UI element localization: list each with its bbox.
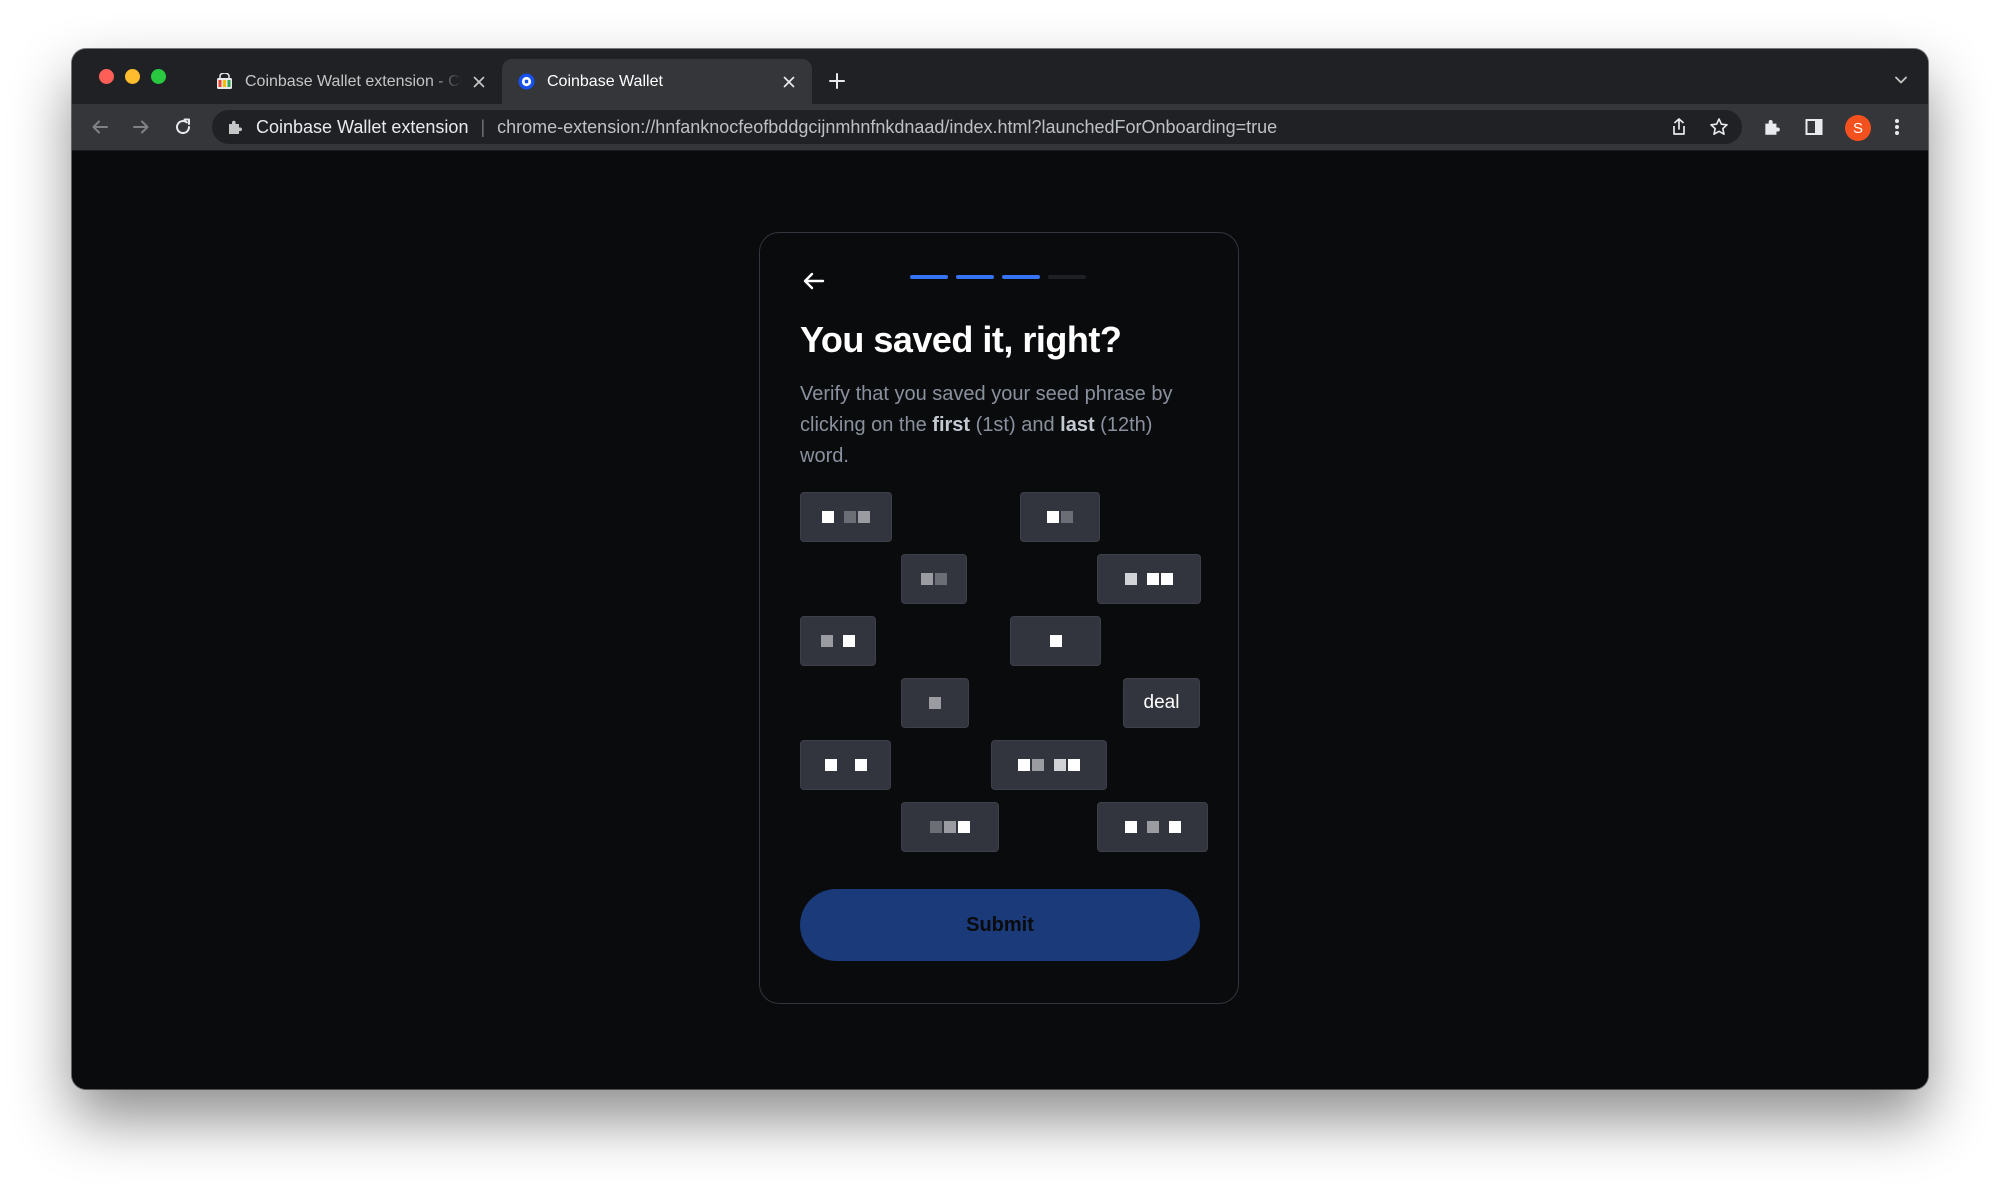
star-icon (1710, 118, 1728, 135)
back-button[interactable] (800, 267, 828, 295)
back-icon (92, 120, 108, 134)
instructions-part: (1st) and (970, 414, 1061, 436)
chrome-web-store-icon (217, 73, 232, 89)
tab-search-button[interactable] (1890, 69, 1912, 91)
page-title: You saved it, right? (800, 319, 1122, 360)
progress-segment (1002, 275, 1040, 279)
seed-word-chip[interactable] (901, 802, 999, 852)
progress-segment (1048, 275, 1086, 279)
puzzle-icon (229, 120, 242, 134)
obscured-word (1047, 511, 1073, 523)
extension-page: You saved it, right? Verify that you sav… (72, 151, 1928, 1089)
kebab-menu-icon (1895, 119, 1899, 135)
obscured-word (1049, 635, 1062, 647)
verify-seed-card: You saved it, right? Verify that you sav… (759, 232, 1239, 1004)
seed-word-chip[interactable] (1020, 492, 1100, 542)
url-separator: | (480, 116, 486, 137)
arrow-left-icon (803, 272, 825, 290)
tab-coinbase-wallet[interactable]: Coinbase Wallet (502, 59, 812, 104)
window-minimize-button[interactable] (125, 69, 140, 84)
chrome-menu-button[interactable] (1884, 114, 1910, 140)
tab-title: Coinbase Wallet extension - Chrome Web S… (245, 72, 462, 90)
onboarding-progress (910, 275, 1086, 279)
extensions-button[interactable] (1759, 114, 1785, 140)
seed-word-text: deal (1143, 692, 1180, 713)
bookmark-button[interactable] (1706, 114, 1732, 140)
share-icon (1673, 118, 1685, 135)
back-button[interactable] (87, 114, 113, 140)
progress-segment (956, 275, 994, 279)
seed-word-chip[interactable] (991, 740, 1107, 790)
seed-word-chip[interactable] (901, 554, 967, 604)
close-icon[interactable] (780, 73, 798, 91)
seed-word-chip[interactable] (800, 740, 891, 790)
tab-strip: Coinbase Wallet extension - Chrome Web S… (72, 49, 1928, 104)
instructions-last: last (1060, 414, 1095, 436)
seed-word-chip[interactable] (1097, 554, 1201, 604)
browser-toolbar: Coinbase Wallet extension | chrome-exten… (72, 104, 1928, 151)
seed-word-chip[interactable] (800, 616, 876, 666)
tab-title: Coinbase Wallet (547, 72, 663, 90)
forward-button[interactable] (128, 114, 154, 140)
plus-icon (829, 73, 845, 89)
obscured-word (929, 697, 941, 709)
obscured-word (822, 511, 870, 523)
obscured-word (1125, 573, 1173, 585)
seed-word-chip[interactable]: deal (1123, 678, 1200, 728)
new-tab-button[interactable] (824, 68, 850, 94)
progress-segment (910, 275, 948, 279)
obscured-word (824, 759, 867, 771)
window-zoom-button[interactable] (151, 69, 166, 84)
forward-icon (133, 120, 149, 134)
side-panel-icon (1805, 119, 1823, 135)
submit-button[interactable]: Submit (800, 889, 1200, 961)
url-origin: Coinbase Wallet extension (256, 116, 469, 137)
obscured-word (821, 635, 855, 647)
close-icon[interactable] (470, 73, 488, 91)
coinbase-wallet-icon (518, 73, 535, 90)
instructions-first: first (932, 414, 971, 436)
share-button[interactable] (1666, 114, 1692, 140)
instructions-text: Verify that you saved your seed phrase b… (800, 379, 1200, 472)
reload-icon (176, 118, 191, 135)
seed-word-chip[interactable] (800, 492, 892, 542)
obscured-word (930, 821, 970, 833)
tab-web-store[interactable]: Coinbase Wallet extension - Chrome Web S… (200, 59, 502, 104)
window-close-button[interactable] (99, 69, 114, 84)
address-bar[interactable]: Coinbase Wallet extension | chrome-exten… (212, 110, 1742, 144)
chevron-down-icon (1895, 76, 1907, 84)
reload-button[interactable] (170, 114, 196, 140)
side-panel-button[interactable] (1801, 114, 1827, 140)
obscured-word (921, 573, 947, 585)
seed-word-chip[interactable] (901, 678, 969, 728)
url-text: chrome-extension://hnfanknocfeofbddgcijn… (497, 116, 1278, 137)
obscured-word (1018, 759, 1080, 771)
seed-word-chip[interactable] (1010, 616, 1101, 666)
seed-word-chip[interactable] (1097, 802, 1208, 852)
puzzle-icon (1765, 120, 1780, 135)
obscured-word (1124, 821, 1181, 833)
browser-window: Coinbase Wallet extension - Chrome Web S… (72, 49, 1928, 1089)
profile-avatar[interactable]: S (1845, 115, 1871, 141)
